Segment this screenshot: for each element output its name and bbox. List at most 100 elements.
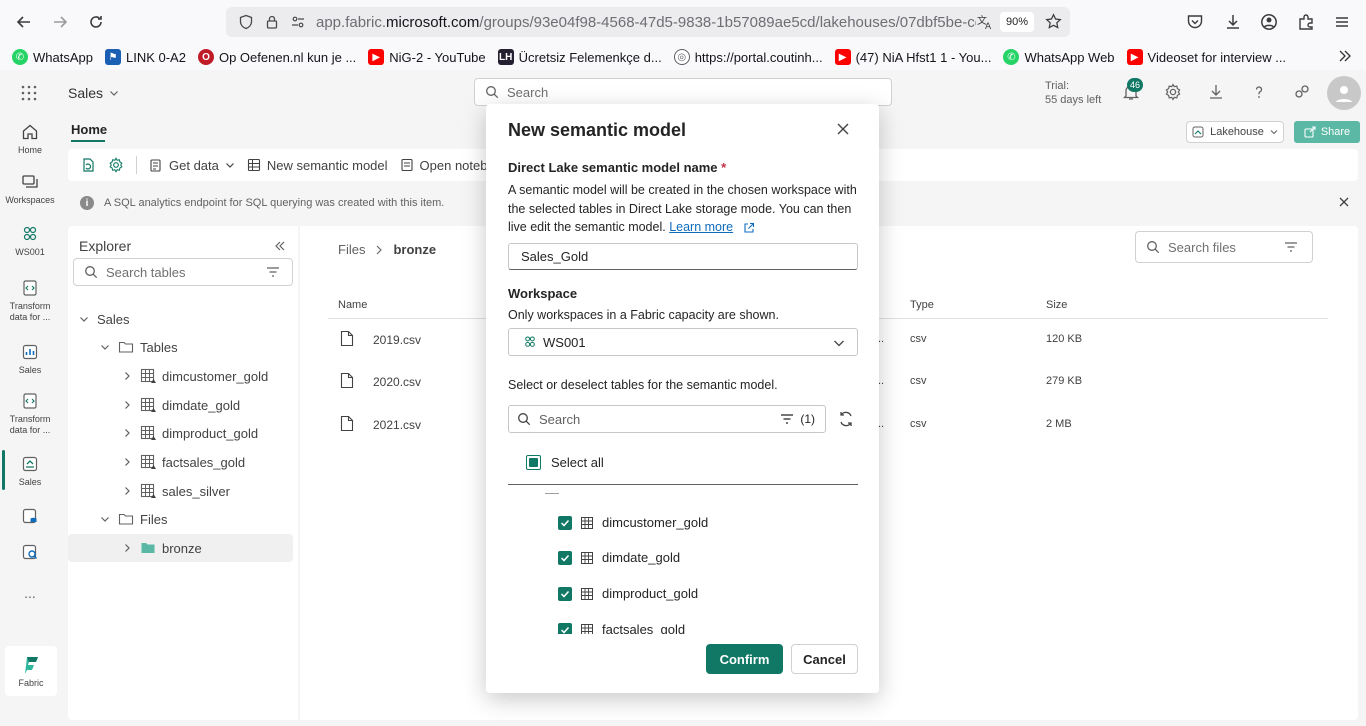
filter-icon[interactable] [1284, 241, 1298, 253]
select-all-checkbox[interactable]: Select all [526, 455, 604, 470]
bookmark-videoset[interactable]: ▶ Videoset for interview ... [1126, 49, 1286, 65]
delta-table-icon [140, 483, 156, 499]
bookmark-whatsapp[interactable]: ✆ WhatsApp [12, 49, 93, 65]
confirm-button[interactable]: Confirm [706, 644, 783, 674]
tree-item-bronze[interactable]: bronze [68, 534, 293, 562]
nav-more[interactable]: ... [0, 586, 60, 600]
chevron-right-icon[interactable] [120, 457, 134, 467]
chevron-down-icon[interactable] [77, 314, 91, 324]
dialog-title: New semantic model [508, 120, 687, 140]
chevron-right-icon[interactable] [120, 486, 134, 496]
search-files-input[interactable]: Search files [1135, 231, 1313, 263]
table-checkbox[interactable]: dimproduct_gold [558, 586, 698, 601]
nav-transform-1[interactable]: Transform data for ... [0, 278, 60, 323]
app-launcher-icon[interactable] [20, 84, 38, 102]
download-icon[interactable] [1207, 83, 1225, 101]
share-button[interactable]: Share [1294, 121, 1360, 143]
zoom-badge[interactable]: 90% [999, 12, 1034, 32]
chevron-right-icon[interactable] [120, 400, 134, 410]
external-link-icon[interactable] [743, 222, 755, 234]
chevron-right-icon[interactable] [120, 428, 134, 438]
chevron-right-icon[interactable] [120, 371, 134, 381]
nav-sales-1[interactable]: Sales [0, 342, 60, 376]
tree-item-tables[interactable]: Tables [68, 333, 293, 361]
chevron-down-icon[interactable] [98, 514, 112, 524]
tree-item-table[interactable]: dimdate_gold [68, 391, 293, 419]
user-avatar[interactable] [1327, 76, 1361, 110]
tree-item-table[interactable]: factsales_gold [68, 448, 293, 476]
nav-transform-2[interactable]: Transform data for ... [0, 391, 60, 436]
forward-icon[interactable] [42, 4, 78, 40]
bookmark-youtube-2[interactable]: ▶ (47) NiA Hfst1 1 - You... [834, 49, 991, 65]
table-grid-icon [581, 516, 593, 529]
nav-workspaces[interactable]: Workspaces [0, 172, 60, 206]
workspace-label: Workspace [508, 286, 578, 301]
settings-button[interactable] [108, 157, 124, 173]
model-name-input[interactable]: Sales_Gold [508, 243, 858, 270]
share-icon [1304, 126, 1316, 138]
nav-sql-endpoint[interactable] [0, 506, 60, 529]
reload-icon[interactable] [78, 4, 114, 40]
feedback-icon[interactable] [1293, 83, 1311, 101]
breadcrumb-files[interactable]: Files [338, 242, 365, 257]
collapse-pane-icon[interactable] [274, 240, 286, 252]
nav-sales-2[interactable]: Sales [0, 454, 60, 488]
cancel-button[interactable]: Cancel [791, 644, 858, 674]
fabric-switcher[interactable]: Fabric [5, 646, 57, 696]
table-filter-button[interactable]: (1) [780, 412, 815, 426]
tab-home[interactable]: Home [71, 122, 107, 137]
account-icon[interactable] [1260, 0, 1278, 44]
nav-ws001[interactable]: WS001 [0, 224, 60, 258]
tree-item-files[interactable]: Files [68, 505, 293, 533]
table-checkbox[interactable]: dimcustomer_gold [558, 515, 708, 530]
column-header-size[interactable]: Size [1046, 299, 1067, 311]
help-icon[interactable] [1250, 83, 1268, 101]
translate-icon[interactable]: 文A [976, 13, 994, 31]
pocket-icon[interactable] [1186, 0, 1204, 44]
downloads-icon[interactable] [1224, 0, 1242, 44]
table-checkbox[interactable]: dimdate_gold [558, 550, 680, 565]
tree-item-table[interactable]: dimproduct_gold [68, 419, 293, 447]
bookmark-oefenen[interactable]: O Op Oefenen.nl kun je ... [197, 49, 356, 65]
permissions-icon[interactable] [286, 10, 310, 34]
tree-item-table[interactable]: sales_silver [68, 477, 293, 505]
lock-icon[interactable] [260, 10, 284, 34]
workspace-dropdown[interactable]: WS001 [508, 328, 858, 356]
filter-icon[interactable] [266, 266, 280, 278]
get-data-button[interactable]: Get data [149, 158, 235, 173]
bookmarks-overflow-icon[interactable] [1337, 48, 1353, 64]
refresh-tables-icon[interactable] [837, 410, 855, 428]
new-semantic-model-button[interactable]: New semantic model [247, 158, 388, 173]
extensions-icon[interactable] [1297, 0, 1315, 44]
workspace-switcher[interactable]: Sales [68, 85, 119, 101]
tree-item-sales[interactable]: Sales [68, 305, 293, 333]
bookmark-whatsapp-web[interactable]: ✆ WhatsApp Web [1003, 49, 1115, 65]
checkbox-checked-icon [558, 515, 572, 530]
search-tables-input[interactable]: Search tables [73, 258, 293, 286]
close-icon[interactable] [836, 122, 850, 136]
column-header-type[interactable]: Type [910, 299, 934, 311]
bookmark-star-icon[interactable] [1045, 13, 1062, 30]
shield-icon[interactable] [234, 10, 258, 34]
tree-item-table[interactable]: dimcustomer_gold [68, 362, 293, 390]
dismiss-info-icon[interactable] [1338, 196, 1350, 208]
bookmark-youtube-1[interactable]: ▶ NiG-2 - YouTube [368, 49, 486, 65]
chevron-right-icon[interactable] [120, 543, 134, 553]
column-header-name[interactable]: Name [338, 299, 367, 311]
file-icon [340, 372, 354, 389]
bookmark-link[interactable]: ⚑ LINK 0-A2 [104, 49, 186, 65]
global-search-input[interactable]: Search [474, 78, 892, 106]
bookmark-felemenkce[interactable]: LH Ücretsiz Felemenkçe d... [497, 49, 662, 65]
url-bar[interactable]: app.fabric.microsoft.com/groups/93e04f98… [226, 7, 1070, 37]
lakehouse-mode-button[interactable]: Lakehouse [1186, 121, 1284, 143]
learn-more-link[interactable]: Learn more [669, 220, 733, 234]
menu-icon[interactable] [1333, 0, 1351, 44]
chevron-down-icon[interactable] [98, 342, 112, 352]
refresh-lakehouse-button[interactable] [80, 157, 96, 173]
back-icon[interactable] [6, 4, 42, 40]
tables-search-input[interactable]: Search (1) [508, 405, 826, 433]
bookmark-portal[interactable]: ◎ https://portal.coutinh... [673, 49, 823, 65]
nav-explore[interactable] [0, 542, 60, 565]
nav-home[interactable]: Home [0, 122, 60, 156]
settings-icon[interactable] [1164, 83, 1182, 101]
